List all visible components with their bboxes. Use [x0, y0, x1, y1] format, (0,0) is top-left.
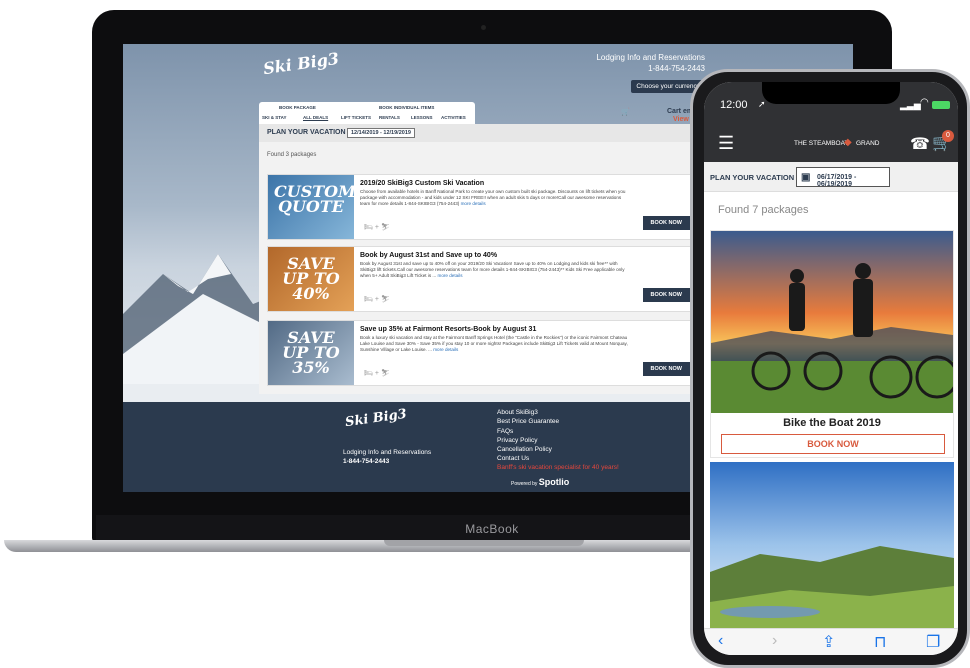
package-image[interactable]: SAVE UP TO 35% — [268, 321, 354, 385]
date-range-picker[interactable]: 12/14/2019 - 12/19/2019 — [347, 128, 415, 138]
footer-logo[interactable]: Ski Big3 — [344, 407, 407, 430]
phone-call-icon[interactable]: ☎ — [910, 134, 930, 154]
package-title[interactable]: Book by August 31st and Save up to 40% — [360, 252, 497, 259]
tab-rentals[interactable]: RENTALS — [379, 115, 400, 120]
package-photo-golf-course[interactable] — [710, 462, 954, 628]
battery-icon — [932, 101, 950, 109]
brand-text[interactable]: THE STEAMBOAT — [794, 140, 848, 147]
footer-link[interactable]: FAQs — [497, 427, 559, 436]
footer-link[interactable]: Cancellation Policy — [497, 445, 559, 454]
wifi-icon: ◠ — [920, 97, 929, 108]
package-photo-bikers-sunset[interactable] — [711, 231, 953, 413]
contact-info: Lodging Info and Reservations 1-844-754-… — [596, 52, 705, 74]
bookmarks-icon[interactable]: ⊓ — [874, 632, 886, 652]
tab-activities[interactable]: ACTIVITIES — [441, 115, 466, 120]
package-title[interactable]: Bike the Boat 2019 — [711, 417, 953, 429]
tab-lessons[interactable]: LESSONS — [411, 115, 433, 120]
package-card: SAVE UP TO 35% Save up 35% at Fairmont R… — [267, 320, 691, 386]
date-range-text: 06/17/2019 - 06/19/2019 — [817, 174, 857, 188]
app-header: ☰ THE STEAMBOAT ◆ GRAND ☎ 🛒 0 — [704, 128, 958, 162]
package-image[interactable]: CUSTOM QUOTE — [268, 175, 356, 239]
plan-vacation-bar: PLAN YOUR VACATION 12/14/2019 - 12/19/20… — [259, 124, 691, 142]
plan-label: PLAN YOUR VACATION — [267, 129, 346, 136]
laptop-opening-notch — [384, 540, 584, 546]
footer-links: About SkiBig3 Best Price Guarantee FAQs … — [497, 408, 559, 464]
package-title[interactable]: 2019/20 SkiBig3 Custom Ski Vacation — [360, 180, 484, 187]
brand-text-2: GRAND — [856, 140, 880, 147]
package-description: Book a luxury ski vacation and stay at t… — [360, 335, 628, 352]
tab-all-deals[interactable]: ALL DEALS — [303, 115, 328, 120]
package-description: Choose from available hotels in Banff Na… — [360, 189, 626, 206]
package-description: Book by August 31st and save up to 40% o… — [360, 261, 625, 278]
laptop-camera — [481, 25, 486, 30]
phone-screen: 12:00 ➚ ▂▃▅ ◠ ☰ THE STEAMBOAT ◆ GRAND ☎ … — [704, 82, 958, 655]
book-package-label: BOOK PACKAGE — [279, 105, 316, 110]
cart-view[interactable]: View — [673, 116, 689, 123]
cart-count-badge: 0 — [942, 130, 954, 142]
package-title[interactable]: Save up 35% at Fairmont Resorts-Book by … — [360, 326, 536, 333]
location-icon: ➚ — [758, 99, 766, 109]
footer-link[interactable]: About SkiBig3 — [497, 408, 559, 417]
stage: Ski Big3 Lodging Info and Reservations 1… — [0, 0, 970, 668]
contact-label: Lodging Info and Reservations — [596, 53, 705, 62]
footer-contact: Lodging Info and Reservations 1-844-754-… — [343, 448, 431, 466]
spotlio-logo[interactable]: Spotlio — [539, 477, 570, 487]
cart[interactable]: 🛒 Cart em View — [621, 108, 693, 123]
package-card: CUSTOM QUOTE 2019/20 SkiBig3 Custom Ski … — [267, 174, 691, 240]
more-details-link[interactable]: more details — [433, 347, 458, 352]
share-icon[interactable]: ⇪ — [822, 632, 835, 652]
included-items-icons: 🛏 + ⛷ — [364, 224, 390, 231]
found-count: Found 7 packages — [718, 204, 809, 216]
book-now-button[interactable]: BOOK NOW — [721, 434, 945, 454]
status-bar: 12:00 ➚ ▂▃▅ ◠ — [704, 82, 958, 128]
more-details-link[interactable]: more details — [461, 201, 486, 206]
included-items-icons: 🛏 + ⛷ — [364, 296, 390, 303]
tab-ski-stay[interactable]: SKI & STAY — [262, 115, 287, 120]
packages-panel: PLAN YOUR VACATION 12/14/2019 - 12/19/20… — [259, 124, 691, 394]
tab-lift-tickets[interactable]: LIFT TICKETS — [341, 115, 371, 120]
forward-icon[interactable]: › — [772, 632, 777, 650]
cart-icon: 🛒 — [621, 109, 630, 116]
specialist-text: Banff's ski vacation specialist for 40 y… — [497, 464, 619, 471]
more-details-link[interactable]: more details — [438, 273, 463, 278]
included-items-icons: 🛏 + ⛷ — [364, 370, 390, 377]
browser-toolbar: ‹ › ⇪ ⊓ ❐ — [704, 628, 958, 655]
footer-contact-label: Lodging Info and Reservations — [343, 449, 432, 456]
package-card: Bike the Boat 2019 BOOK NOW — [710, 230, 954, 458]
plan-vacation-bar: PLAN YOUR VACATION ▣ 06/17/2019 - 06/19/… — [704, 162, 958, 192]
back-icon[interactable]: ‹ — [718, 632, 723, 650]
status-time: 12:00 — [720, 99, 748, 111]
phone-notch — [762, 82, 900, 104]
book-now-button[interactable]: BOOK NOW — [642, 362, 690, 376]
book-items-label: BOOK INDIVIDUAL ITEMS — [379, 105, 435, 110]
tabs-icon[interactable]: ❐ — [926, 632, 940, 652]
package-image[interactable]: SAVE UP TO 40% — [268, 247, 354, 311]
contact-phone[interactable]: 1-844-754-2443 — [596, 63, 705, 74]
hamburger-icon[interactable]: ☰ — [718, 133, 734, 154]
brand-diamond-icon: ◆ — [844, 137, 852, 148]
powered-by: Powered by Spotlio — [511, 477, 570, 487]
book-now-button[interactable]: BOOK NOW — [642, 216, 690, 230]
calendar-icon: ▣ — [801, 172, 811, 183]
signal-icon: ▂▃▅ — [900, 100, 921, 110]
booking-tabs: BOOK PACKAGE BOOK INDIVIDUAL ITEMS SKI &… — [259, 102, 475, 124]
book-now-button[interactable]: BOOK NOW — [642, 288, 690, 302]
plan-label: PLAN YOUR VACATION — [710, 173, 795, 182]
footer-link[interactable]: Contact Us — [497, 454, 559, 463]
footer-link[interactable]: Privacy Policy — [497, 436, 559, 445]
date-range-picker[interactable]: ▣ 06/17/2019 - 06/19/2019 — [796, 167, 890, 188]
footer-phone[interactable]: 1-844-754-2443 — [343, 457, 431, 466]
found-count: Found 3 packages — [267, 152, 317, 158]
package-card: SAVE UP TO 40% Book by August 31st and S… — [267, 246, 691, 312]
footer-link[interactable]: Best Price Guarantee — [497, 417, 559, 426]
